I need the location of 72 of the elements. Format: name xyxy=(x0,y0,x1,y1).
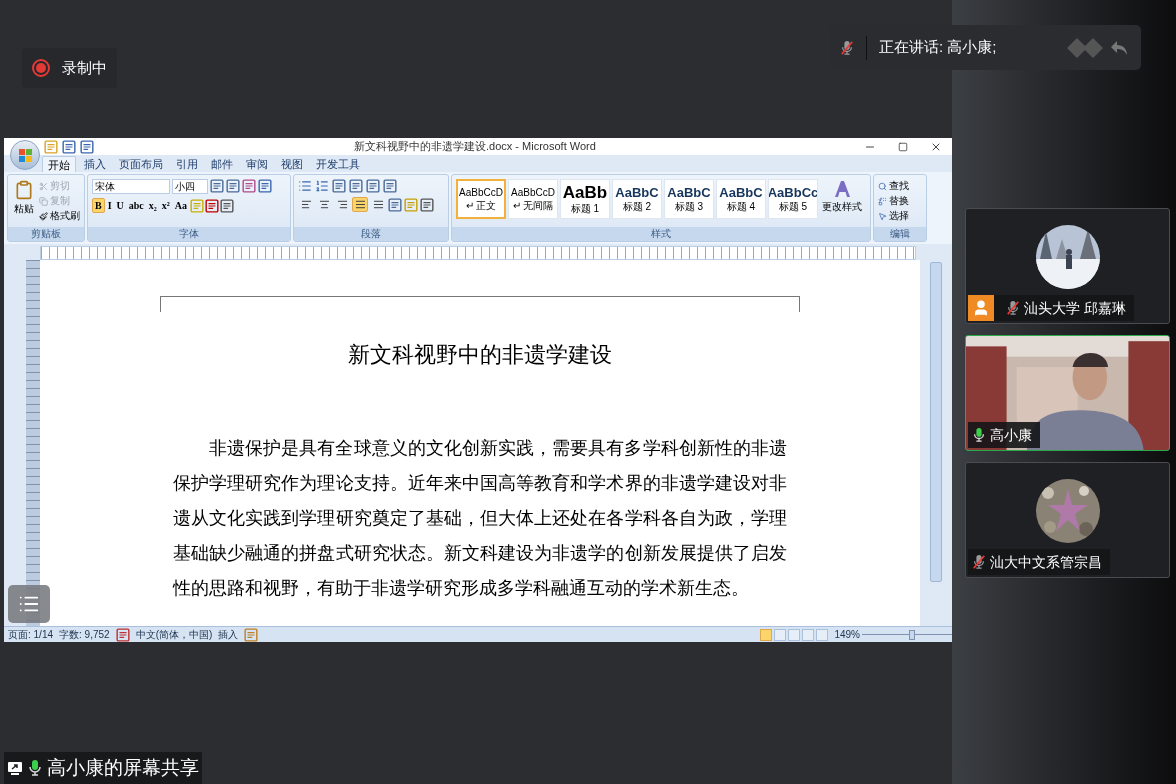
group-title: 字体 xyxy=(179,229,199,239)
page-count[interactable]: 页面: 1/14 xyxy=(8,629,54,640)
ribbon-tab[interactable]: 页面布局 xyxy=(114,156,168,172)
zoom-slider[interactable] xyxy=(862,628,952,641)
participant-name: 汕头大学 邱嘉琳 xyxy=(1024,298,1126,318)
change-styles-button[interactable]: 更改样式 xyxy=(820,179,864,227)
restore-icon[interactable] xyxy=(898,141,908,152)
document-paragraph: 非遗保护是具有全球意义的文化创新实践，需要具有多学科创新性的非遗保护学理研究作为理论支持。近年来中国高等教育和学术界的非遗学建设对非遗从文化实践到学理研究奠定了基础，但大体上还处在各学科各自为政，学理基础缺少融通的拼盘式研究状态。新文科建设为非遗学的创新发展提供了启发性的思路和视野，有助于非遗学研究形成多学科融通互动的学术新生态。 xyxy=(173,437,787,600)
search-icon xyxy=(878,181,887,191)
format-button[interactable]: x₂ xyxy=(146,198,159,213)
insert-mode[interactable]: 插入 xyxy=(218,629,239,640)
record-icon xyxy=(32,59,50,77)
format-button[interactable]: B xyxy=(92,198,105,213)
style-option[interactable]: AaBbC 标题 4 xyxy=(716,179,766,219)
scissors-icon xyxy=(39,181,48,191)
office-button[interactable] xyxy=(10,140,40,170)
numbering-icon[interactable] xyxy=(315,179,329,193)
participant-name: 高小康 xyxy=(990,425,1032,445)
replace-icon xyxy=(878,196,887,206)
align-button[interactable] xyxy=(352,197,368,212)
speaker-text: 正在讲话: 高小康; xyxy=(879,37,997,58)
group-title: 编辑 xyxy=(890,229,910,239)
ribbon-tab[interactable]: 插入 xyxy=(79,156,111,172)
style-option[interactable]: AaBb 标题 1 xyxy=(560,179,610,219)
font-name-field[interactable]: 宋体 xyxy=(92,179,170,194)
muted-mic-icon xyxy=(1006,300,1020,316)
paintbrush-icon xyxy=(39,211,48,221)
ribbon-tab[interactable]: 开发工具 xyxy=(311,156,365,172)
group-title: 剪贴板 xyxy=(31,229,61,239)
recording-label: 录制中 xyxy=(62,57,107,78)
ribbon-tab[interactable]: 审阅 xyxy=(241,156,273,172)
format-button[interactable]: U xyxy=(114,198,126,213)
style-option[interactable]: AaBbCcD ↵ 正文 xyxy=(456,179,506,219)
word-count[interactable]: 字数: 9,752 xyxy=(59,629,110,640)
document-heading: 新文科视野中的非遗学建设 xyxy=(348,341,612,369)
muted-mic-icon xyxy=(972,554,986,570)
participant-name: 汕大中文系管宗昌 xyxy=(990,552,1102,572)
window-title: 新文科视野中的非遗学建设.docx - Microsoft Word xyxy=(354,141,596,152)
font-size-field[interactable]: 小四 xyxy=(172,179,208,194)
ribbon-tab[interactable]: 视图 xyxy=(276,156,308,172)
editing-button[interactable]: 查找 xyxy=(878,179,909,193)
mic-icon xyxy=(972,427,986,443)
ribbon-tab[interactable]: 开始 xyxy=(42,156,76,172)
zoom-level[interactable]: 149% xyxy=(834,629,860,640)
participant-tile[interactable]: 高小康 xyxy=(965,335,1170,451)
participant-tile[interactable]: 汕头大学 邱嘉琳 xyxy=(965,208,1170,324)
language-status[interactable]: 中文(简体，中国) xyxy=(135,629,213,640)
format-button[interactable]: I xyxy=(105,198,114,213)
format-button[interactable]: x² xyxy=(159,198,172,213)
muted-mic-icon xyxy=(840,39,854,56)
format-button[interactable]: abc xyxy=(126,198,146,213)
screen-share-label: 高小康的屏幕共享 xyxy=(4,752,202,784)
paste-button[interactable]: 粘贴 xyxy=(12,179,35,227)
bullets-icon[interactable] xyxy=(298,179,312,193)
editing-button[interactable]: 选择 xyxy=(878,209,909,223)
ribbon-tab[interactable]: 邮件 xyxy=(206,156,238,172)
mic-icon xyxy=(27,759,43,777)
format-button[interactable]: Aa xyxy=(172,198,190,213)
group-title: 段落 xyxy=(361,229,381,239)
ribbon-tab[interactable]: 引用 xyxy=(171,156,203,172)
pointer-icon xyxy=(878,211,887,221)
style-option[interactable]: AaBbC 标题 3 xyxy=(664,179,714,219)
clipboard-button[interactable]: 格式刷 xyxy=(39,209,80,223)
copy-icon xyxy=(39,196,48,206)
styles-icon xyxy=(832,179,852,199)
style-option[interactable]: AaBbCcD ↵ 无间隔 xyxy=(508,179,558,219)
outline-button[interactable] xyxy=(8,585,50,623)
group-title: 样式 xyxy=(651,229,671,239)
screen-share-icon xyxy=(7,760,23,776)
participant-tile[interactable]: 汕大中文系管宗昌 xyxy=(965,462,1170,578)
editing-button[interactable]: 替换 xyxy=(878,194,909,208)
style-option[interactable]: AaBbC 标题 2 xyxy=(612,179,662,219)
